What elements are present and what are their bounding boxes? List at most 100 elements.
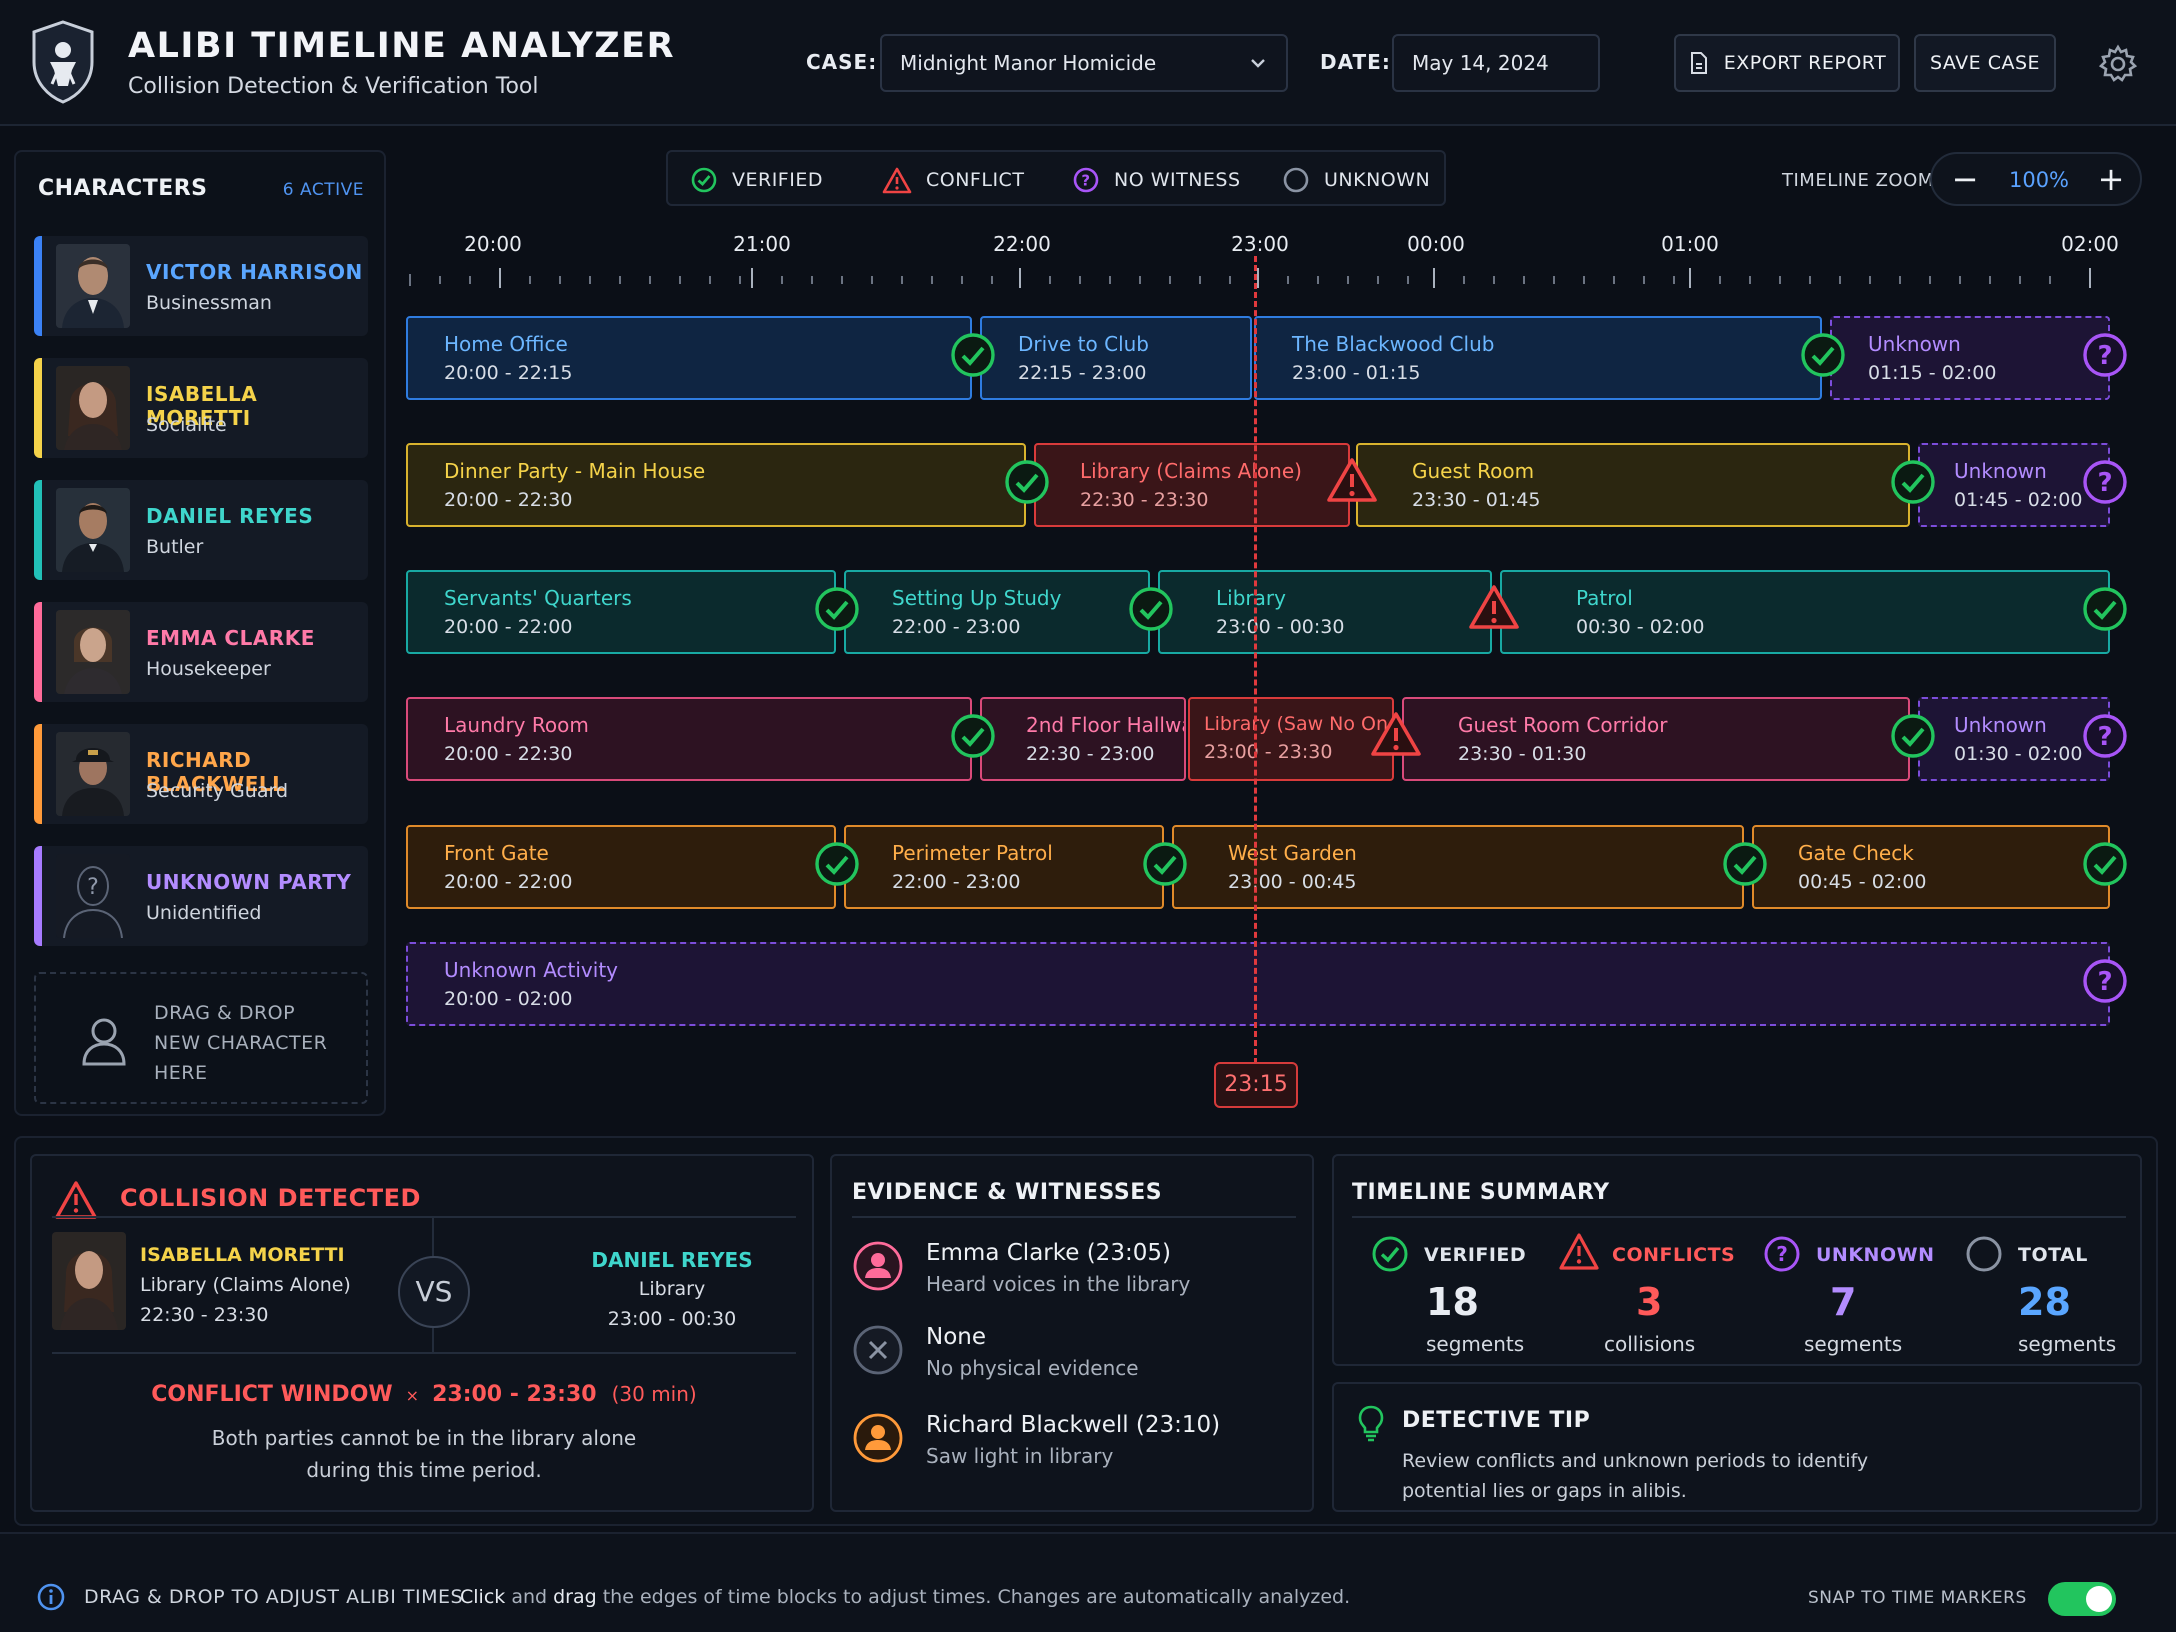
gear-icon[interactable] bbox=[2098, 44, 2138, 84]
snap-toggle-knob bbox=[2086, 1586, 2112, 1612]
warning-triangle-icon bbox=[1371, 712, 1421, 756]
timeline-segment[interactable]: Library 23:00 - 00:30 bbox=[1158, 570, 1492, 654]
analysis-panel: COLLISION DETECTED ISABELLA MORETTI Libr… bbox=[14, 1136, 2158, 1526]
check-circle-icon bbox=[2083, 842, 2127, 886]
current-time-marker-line[interactable] bbox=[1254, 256, 1257, 1064]
timeline-segment[interactable]: West Garden 23:00 - 00:45 bbox=[1172, 825, 1744, 909]
vs-badge: VS bbox=[398, 1256, 470, 1328]
segment-title: Drive to Club bbox=[1018, 332, 1150, 356]
evidence-item-note: No physical evidence bbox=[926, 1356, 1139, 1380]
tip-line: potential lies or gaps in alibis. bbox=[1402, 1480, 1687, 1502]
drop-zone-line: HERE bbox=[154, 1062, 208, 1084]
case-select-value: Midnight Manor Homicide bbox=[900, 51, 1157, 75]
check-circle-icon bbox=[2083, 587, 2127, 631]
segment-range: 23:00 - 23:30 bbox=[1204, 741, 1333, 763]
summary-unknown-unit: segments bbox=[1804, 1332, 1903, 1356]
character-card-richard-blackwell[interactable]: RICHARD BLACKWELL Security Guard bbox=[34, 724, 368, 824]
segment-title: Patrol bbox=[1576, 586, 1633, 610]
axis-tick-label: 02:00 bbox=[2061, 232, 2119, 256]
user-outline-icon bbox=[82, 1018, 126, 1066]
timeline-segment[interactable]: Unknown Activity 20:00 - 02:00 bbox=[406, 942, 2110, 1026]
question-circle-icon: ? bbox=[2083, 333, 2127, 377]
empty-circle-icon bbox=[1283, 167, 1309, 193]
timeline-segment[interactable]: Library (Saw No One) 23:00 - 23:30 bbox=[1188, 697, 1394, 781]
zoom-out-button[interactable]: − bbox=[1946, 160, 1984, 198]
info-circle-icon bbox=[37, 1583, 65, 1611]
shield-logo-icon bbox=[32, 20, 94, 104]
segment-title: 2nd Floor Hallway bbox=[1026, 713, 1184, 737]
character-card-victor-harrison[interactable]: VICTOR HARRISON Businessman bbox=[34, 236, 368, 336]
close-circle-icon bbox=[853, 1325, 903, 1375]
character-card-emma-clarke[interactable]: EMMA CLARKE Housekeeper bbox=[34, 602, 368, 702]
question-circle-icon: ? bbox=[2083, 959, 2127, 1003]
conflict-window-label: CONFLICT WINDOW bbox=[151, 1382, 393, 1407]
avatar bbox=[56, 366, 130, 450]
segment-range: 22:30 - 23:30 bbox=[1080, 489, 1209, 511]
warning-triangle-icon bbox=[882, 167, 912, 194]
timeline-segment[interactable]: Home Office 20:00 - 22:15 bbox=[406, 316, 972, 400]
segment-range: 20:00 - 02:00 bbox=[444, 988, 573, 1010]
timeline-segment[interactable]: Dinner Party - Main House 20:00 - 22:30 bbox=[406, 443, 1026, 527]
timeline-segment[interactable]: Front Gate 20:00 - 22:00 bbox=[406, 825, 836, 909]
summary-unknown-count: 7 bbox=[1830, 1280, 1857, 1324]
collision-party-b-range: 23:00 - 00:30 bbox=[607, 1308, 737, 1330]
timeline-zoom-control: − 100% + bbox=[1930, 152, 2142, 206]
characters-title: CHARACTERS bbox=[38, 176, 208, 201]
app-title: ALIBI TIMELINE ANALYZER bbox=[128, 26, 676, 66]
snap-toggle[interactable] bbox=[2048, 1582, 2116, 1616]
timeline-segment[interactable]: Guest Room 23:30 - 01:45 bbox=[1356, 443, 1910, 527]
timeline-segment[interactable]: Patrol 00:30 - 02:00 bbox=[1500, 570, 2110, 654]
legend-conflict-label: CONFLICT bbox=[926, 169, 1025, 191]
summary-total-count: 28 bbox=[2018, 1280, 2071, 1324]
divider bbox=[852, 1216, 1296, 1218]
avatar bbox=[56, 488, 130, 572]
timeline-segment[interactable]: Library (Claims Alone) 22:30 - 23:30 bbox=[1034, 443, 1350, 527]
legend-unknown: UNKNOWN bbox=[1282, 166, 1430, 194]
question-circle-icon: ? bbox=[1073, 167, 1099, 193]
save-case-button[interactable]: SAVE CASE bbox=[1914, 34, 2056, 92]
timeline-segment[interactable]: Laundry Room 20:00 - 22:30 bbox=[406, 697, 972, 781]
timeline-zoom-label: TIMELINE ZOOM bbox=[1782, 170, 1934, 191]
check-circle-icon bbox=[815, 587, 859, 631]
character-card-isabella-moretti[interactable]: ISABELLA MORETTI Socialite bbox=[34, 358, 368, 458]
evidence-title: EVIDENCE & WITNESSES bbox=[852, 1180, 1163, 1205]
timeline-segment[interactable]: Drive to Club 22:15 - 23:00 bbox=[980, 316, 1252, 400]
timeline-segment[interactable]: Guest Room Corridor 23:30 - 01:30 bbox=[1402, 697, 1910, 781]
timeline-segment[interactable]: 2nd Floor Hallway 22:30 - 23:00 bbox=[980, 697, 1186, 781]
timeline-segment[interactable]: Servants' Quarters 20:00 - 22:00 bbox=[406, 570, 836, 654]
legend-conflict: CONFLICT bbox=[882, 166, 1024, 194]
zoom-in-button[interactable]: + bbox=[2092, 160, 2130, 198]
snap-label: SNAP TO TIME MARKERS bbox=[1808, 1588, 2027, 1608]
collision-description-line: Both parties cannot be in the library al… bbox=[211, 1426, 637, 1450]
tip-line: Review conflicts and unknown periods to … bbox=[1402, 1450, 1869, 1472]
timeline-segment[interactable]: The Blackwood Club 23:00 - 01:15 bbox=[1254, 316, 1822, 400]
character-name: EMMA CLARKE bbox=[146, 626, 315, 650]
new-character-drop-zone[interactable]: DRAG & DROP NEW CHARACTER HERE bbox=[34, 972, 368, 1104]
conflict-window-range: 23:00 - 23:30 bbox=[432, 1382, 597, 1407]
drop-zone-line: NEW CHARACTER bbox=[154, 1032, 328, 1054]
svg-text:?: ? bbox=[1776, 1242, 1788, 1266]
current-time-marker-label[interactable]: 23:15 bbox=[1214, 1062, 1298, 1108]
warning-triangle-icon bbox=[1327, 458, 1377, 502]
segment-range: 00:45 - 02:00 bbox=[1798, 871, 1927, 893]
evidence-item-note: Saw light in library bbox=[926, 1444, 1114, 1468]
svg-text:?: ? bbox=[2097, 468, 2112, 498]
character-role: Housekeeper bbox=[146, 658, 271, 680]
legend-no-witness-label: NO WITNESS bbox=[1114, 169, 1241, 191]
case-select[interactable]: Midnight Manor Homicide bbox=[880, 34, 1288, 92]
character-card-daniel-reyes[interactable]: DANIEL REYES Butler bbox=[34, 480, 368, 580]
save-case-label: SAVE CASE bbox=[1929, 52, 2041, 74]
app-root: ALIBI TIMELINE ANALYZER Collision Detect… bbox=[0, 0, 2176, 1632]
check-circle-icon bbox=[1891, 714, 1935, 758]
date-label: DATE: bbox=[1320, 50, 1391, 74]
timeline-segment[interactable]: Perimeter Patrol 22:00 - 23:00 bbox=[844, 825, 1164, 909]
character-card-unknown-party[interactable]: ? UNKNOWN PARTY Unidentified bbox=[34, 846, 368, 946]
segment-title: Home Office bbox=[444, 332, 568, 356]
timeline-segment[interactable]: Setting Up Study 22:00 - 23:00 bbox=[844, 570, 1150, 654]
timeline-segment[interactable]: Unknown 01:15 - 02:00 bbox=[1830, 316, 2110, 400]
timeline-segment[interactable]: Gate Check 00:45 - 02:00 bbox=[1752, 825, 2110, 909]
date-field[interactable]: May 14, 2024 bbox=[1392, 34, 1600, 92]
detective-tip-card: DETECTIVE TIP Review conflicts and unkno… bbox=[1332, 1382, 2142, 1512]
export-report-button[interactable]: EXPORT REPORT bbox=[1674, 34, 1900, 92]
check-circle-icon bbox=[1143, 842, 1187, 886]
